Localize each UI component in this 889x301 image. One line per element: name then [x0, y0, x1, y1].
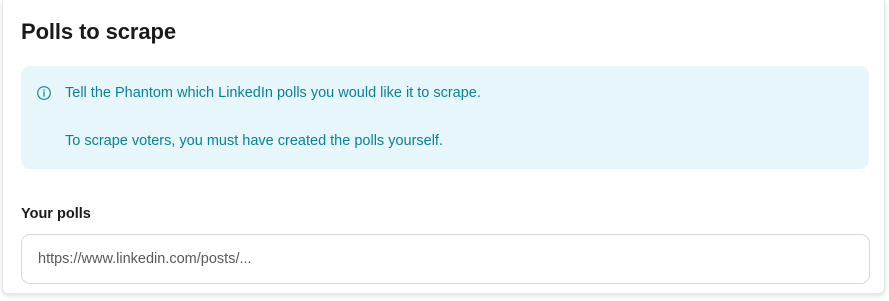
info-circle-icon: [37, 86, 51, 100]
your-polls-label: Your polls: [21, 206, 91, 222]
info-text-line-1: Tell the Phantom which LinkedIn polls yo…: [65, 85, 481, 101]
polls-url-input[interactable]: [21, 234, 870, 284]
info-callout: Tell the Phantom which LinkedIn polls yo…: [21, 66, 869, 169]
polls-card: Polls to scrape Tell the Phantom which L…: [2, 0, 885, 294]
info-text-line-2: To scrape voters, you must have created …: [65, 133, 443, 149]
section-title: Polls to scrape: [21, 19, 177, 44]
